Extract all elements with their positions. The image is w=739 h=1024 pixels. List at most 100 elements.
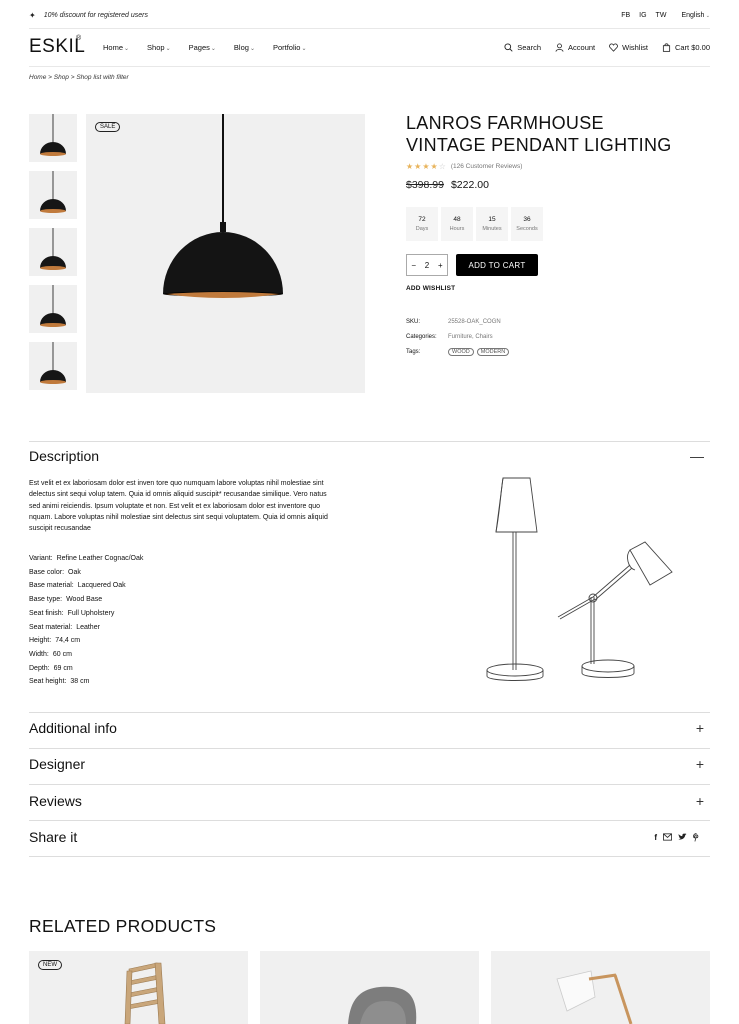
spec-row: Base material: Lacquered Oak xyxy=(29,582,126,590)
heart-icon xyxy=(609,42,618,52)
thumbnail[interactable] xyxy=(29,114,77,162)
account-button[interactable]: Account xyxy=(555,43,595,52)
description-text: Est velit et ex laboriosam dolor est inv… xyxy=(29,480,328,533)
nav-item-shop[interactable]: Shop⌄ xyxy=(147,43,171,52)
spec-row: Height: 74,4 cm xyxy=(29,637,81,645)
minus-icon[interactable]: — xyxy=(690,448,704,464)
spec-row: Seat material: Leather xyxy=(29,623,100,631)
countdown-days: 72 Days xyxy=(406,207,438,241)
mail-icon[interactable] xyxy=(663,832,672,841)
countdown-hours: 48 Hours xyxy=(441,207,473,241)
categories-value[interactable]: Furniture, Chairs xyxy=(448,334,493,340)
thumbnail[interactable] xyxy=(29,285,77,333)
divider xyxy=(29,856,710,857)
facebook-icon[interactable]: f xyxy=(654,833,657,842)
nav-item-pages[interactable]: Pages⌄ xyxy=(189,43,216,52)
plus-icon[interactable]: + xyxy=(696,756,704,772)
lamp-image xyxy=(556,970,633,1024)
review-count: (126 Customer Reviews) xyxy=(450,163,523,170)
product-title: LANROS FARMHOUSE VINTAGE PENDANT LIGHTIN… xyxy=(406,113,672,155)
wishlist-button[interactable]: Wishlist xyxy=(609,43,648,52)
divider xyxy=(29,820,710,821)
accordion-reviews[interactable]: Reviews + xyxy=(29,793,710,809)
chevron-down-icon: ⌄ xyxy=(249,45,255,52)
add-to-cart-button[interactable]: ADD TO CART xyxy=(456,254,538,276)
tag-wood[interactable]: WOOD xyxy=(448,347,474,356)
countdown-timer: 72 Days 48 Hours 15 Minutes 36 Seconds xyxy=(406,207,706,241)
social-link-fb[interactable]: FB xyxy=(621,12,630,19)
header: ESKIL ® Home⌄ Shop⌄ Pages⌄ Blog⌄ Portfoli… xyxy=(29,34,710,60)
old-price: $398.99 xyxy=(406,179,444,191)
chair-image xyxy=(348,986,417,1024)
share-row: Share it f xyxy=(29,829,710,845)
spec-row: Seat height: 38 cm xyxy=(29,678,90,686)
thumbnail-list xyxy=(29,114,77,399)
countdown-minutes: 15 Minutes xyxy=(476,207,508,241)
cart-button[interactable]: Cart $0.00 xyxy=(662,43,710,52)
spec-row: Seat finish: Full Upholstery xyxy=(29,609,115,617)
section-heading: Description xyxy=(29,448,100,464)
quantity-stepper[interactable]: − 2 + xyxy=(406,254,448,276)
thumbnail[interactable] xyxy=(29,342,77,390)
related-product-card[interactable] xyxy=(260,951,479,1024)
promo: ✦ 10% discount for registered users xyxy=(29,11,148,20)
logo[interactable]: ESKIL ® xyxy=(29,35,103,58)
spec-list: Variant: Refine Leather Cognac/Oak Base c… xyxy=(29,552,143,689)
language-selector[interactable]: English ⌄ xyxy=(681,12,710,19)
section-heading: Designer xyxy=(29,756,86,772)
pendant-lamp-image xyxy=(40,114,66,156)
nav-item-portfolio[interactable]: Portfolio⌄ xyxy=(273,43,307,52)
decrement-button[interactable]: − xyxy=(411,261,416,270)
quantity-value[interactable]: 2 xyxy=(425,261,429,270)
section-heading: Reviews xyxy=(29,793,82,809)
increment-button[interactable]: + xyxy=(438,261,443,270)
accordion-designer[interactable]: Designer + xyxy=(29,756,710,772)
twitter-icon[interactable] xyxy=(678,832,687,841)
nav-item-home[interactable]: Home⌄ xyxy=(103,43,129,52)
chevron-down-icon: ⌄ xyxy=(301,45,307,52)
main-product-image[interactable]: SALE xyxy=(86,114,365,393)
accordion-description[interactable]: Description — xyxy=(29,448,710,464)
social-link-ig[interactable]: IG xyxy=(639,12,646,19)
rating[interactable]: ★★★★☆ (126 Customer Reviews) xyxy=(406,162,706,171)
chevron-down-icon: ⌄ xyxy=(124,45,130,52)
search-icon xyxy=(504,42,513,52)
nav-item-blog[interactable]: Blog⌄ xyxy=(234,43,255,52)
divider xyxy=(29,28,710,29)
main-nav: Home⌄ Shop⌄ Pages⌄ Blog⌄ Portfolio⌄ xyxy=(103,43,307,52)
divider xyxy=(29,748,710,749)
countdown-seconds: 36 Seconds xyxy=(511,207,543,241)
plus-icon[interactable]: + xyxy=(696,793,704,809)
plus-icon[interactable]: + xyxy=(696,720,704,736)
thumbnail[interactable] xyxy=(29,171,77,219)
tag-modern[interactable]: MODERN xyxy=(476,347,510,356)
pendant-lamp-image xyxy=(40,228,66,270)
spec-row: Base color: Oak xyxy=(29,568,81,576)
pendant-lamp-image xyxy=(163,114,283,298)
sale-badge: SALE xyxy=(95,122,121,132)
spec-row: Width: 60 cm xyxy=(29,650,72,658)
related-product-card[interactable] xyxy=(491,951,710,1024)
related-products-heading: RELATED PRODUCTS xyxy=(29,916,217,936)
chevron-down-icon: ⌄ xyxy=(704,12,710,19)
pinterest-icon[interactable] xyxy=(693,832,700,842)
breadcrumb: Home > Shop > Shop list with filter xyxy=(29,74,129,81)
add-wishlist-link[interactable]: ADD WISHLIST xyxy=(406,285,706,292)
divider xyxy=(29,712,710,713)
new-badge: NEW xyxy=(38,960,62,970)
top-bar: ✦ 10% discount for registered users FB I… xyxy=(29,8,710,22)
divider xyxy=(29,784,710,785)
current-price: $222.00 xyxy=(450,179,489,191)
section-heading: Additional info xyxy=(29,720,117,736)
related-product-card[interactable]: NEW xyxy=(29,951,248,1024)
search-button[interactable]: Search xyxy=(504,43,541,52)
chevron-down-icon: ⌄ xyxy=(165,45,171,52)
thumbnail[interactable] xyxy=(29,228,77,276)
sku-value: 25528-OAK_COGN xyxy=(448,318,501,325)
chevron-down-icon: ⌄ xyxy=(210,45,216,52)
pendant-lamp-image xyxy=(40,285,66,327)
spec-row: Depth: 69 cm xyxy=(29,664,73,672)
pendant-lamp-image xyxy=(40,171,66,213)
social-link-tw[interactable]: TW xyxy=(656,12,667,19)
accordion-additional-info[interactable]: Additional info + xyxy=(29,720,710,736)
